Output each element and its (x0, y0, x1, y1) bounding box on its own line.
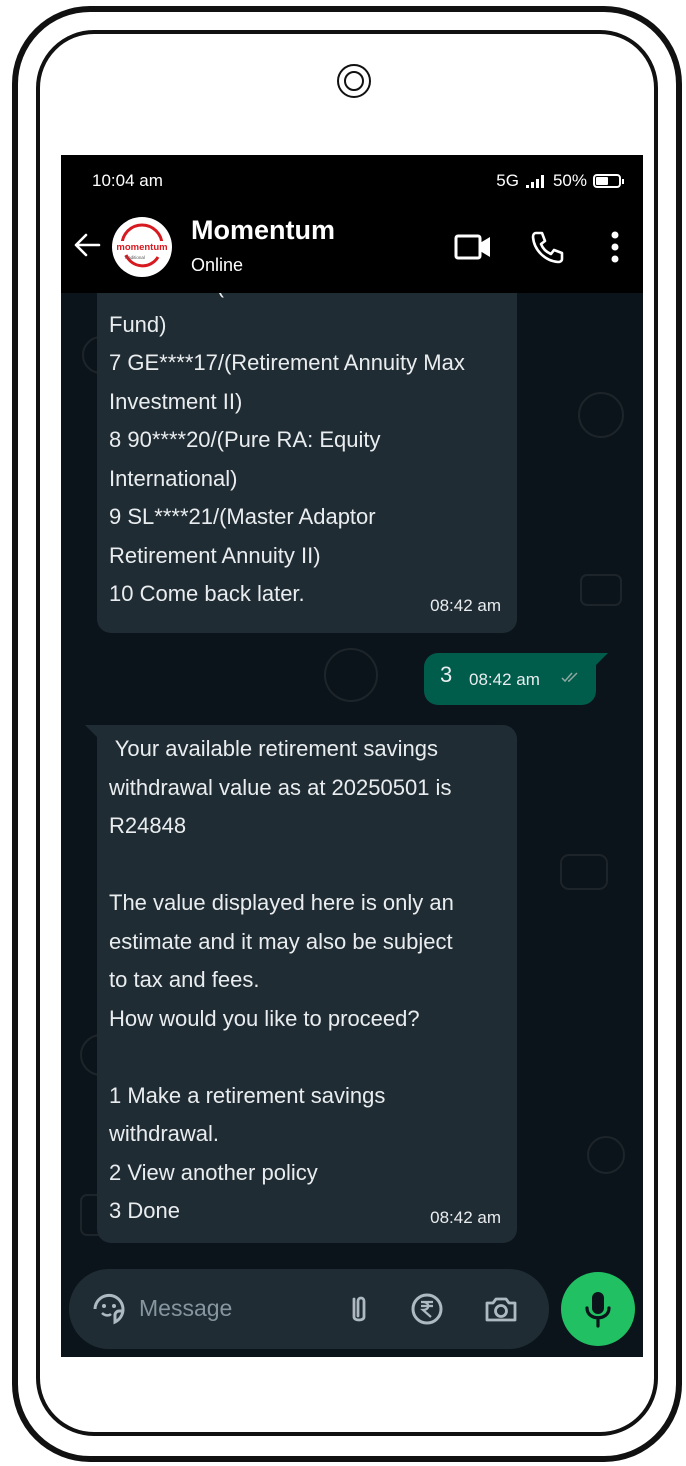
message-line: Retirement Annuity II) (109, 542, 321, 568)
mic-icon (585, 1292, 611, 1328)
front-camera (337, 64, 371, 98)
message-composer[interactable]: Message (69, 1269, 549, 1349)
avatar-logo-subtext: Traditional (124, 255, 145, 260)
contact-status: Online (191, 255, 244, 275)
message-line: How would you like to proceed? (109, 1005, 420, 1031)
message-line: 6 98****95/(Provident Preserver (109, 293, 465, 306)
voice-message-button[interactable] (561, 1272, 635, 1346)
message-line: withdrawal. (109, 1121, 220, 1146)
more-options-icon[interactable] (595, 227, 635, 267)
chat-header: momentum Traditional Momentum Online (61, 205, 643, 293)
message-time: 08:42 am (469, 670, 540, 689)
message-line: R24848 (109, 813, 187, 838)
attach-icon[interactable] (341, 1291, 377, 1327)
message-line: estimate and it may also be subject (109, 928, 453, 954)
rupee-payment-icon[interactable] (409, 1291, 445, 1327)
camera-icon[interactable] (483, 1291, 519, 1327)
incoming-message[interactable]: Your available retirement savings withdr… (85, 725, 517, 1243)
message-line: The value displayed here is only an (109, 890, 454, 915)
message-line: Your available retirement savings (109, 736, 438, 761)
message-line: International) (109, 465, 238, 491)
sticker-icon[interactable] (89, 1289, 129, 1329)
battery-icon (593, 174, 624, 188)
status-time: 10:04 am (92, 171, 163, 190)
incoming-message[interactable]: 6 98****95/(Provident Preserver Fund) 7 … (97, 293, 517, 633)
message-input[interactable]: Message (139, 1295, 232, 1322)
message-line: 7 GE****17/(Retirement Annuity Max (109, 350, 465, 375)
message-time: 08:42 am (430, 595, 501, 615)
message-line: Fund) (109, 311, 167, 337)
phone-call-icon[interactable] (527, 227, 567, 267)
message-line: 10 Come back later. (109, 581, 305, 606)
back-arrow-icon[interactable] (71, 229, 103, 261)
chat-messages[interactable]: 6 98****95/(Provident Preserver Fund) 7 … (61, 293, 643, 1273)
outgoing-message[interactable]: 3 08:42 am (424, 653, 608, 705)
battery-percent: 50% (552, 171, 587, 190)
message-line (109, 846, 454, 885)
message-line: 2 View another policy (109, 1159, 318, 1185)
network-type: 5G (496, 171, 519, 190)
message-line: 1 Make a retirement savings (109, 1082, 386, 1108)
message-line: 3 Done (109, 1198, 180, 1223)
message-line: withdrawal value as at 20250501 is (109, 774, 452, 800)
contact-name[interactable]: Momentum (191, 215, 335, 246)
phone-screen: 10:04 am 5G 50% momentum Traditional Mom… (61, 155, 643, 1357)
read-ticks-icon (561, 672, 578, 683)
signal-icon (525, 175, 544, 188)
avatar-logo-text: momentum (116, 242, 167, 253)
message-text: 3 (440, 662, 453, 687)
status-bar: 10:04 am 5G 50% (61, 155, 643, 205)
video-call-icon[interactable] (453, 227, 493, 267)
message-time: 08:42 am (430, 1207, 501, 1227)
message-line: to tax and fees. (109, 967, 260, 992)
message-line (109, 1038, 454, 1077)
message-line: Investment II) (109, 388, 243, 414)
message-line: 9 SL****21/(Master Adaptor (109, 504, 376, 529)
contact-avatar[interactable]: momentum Traditional (112, 217, 172, 277)
message-line: 8 90****20/(Pure RA: Equity (109, 427, 381, 452)
